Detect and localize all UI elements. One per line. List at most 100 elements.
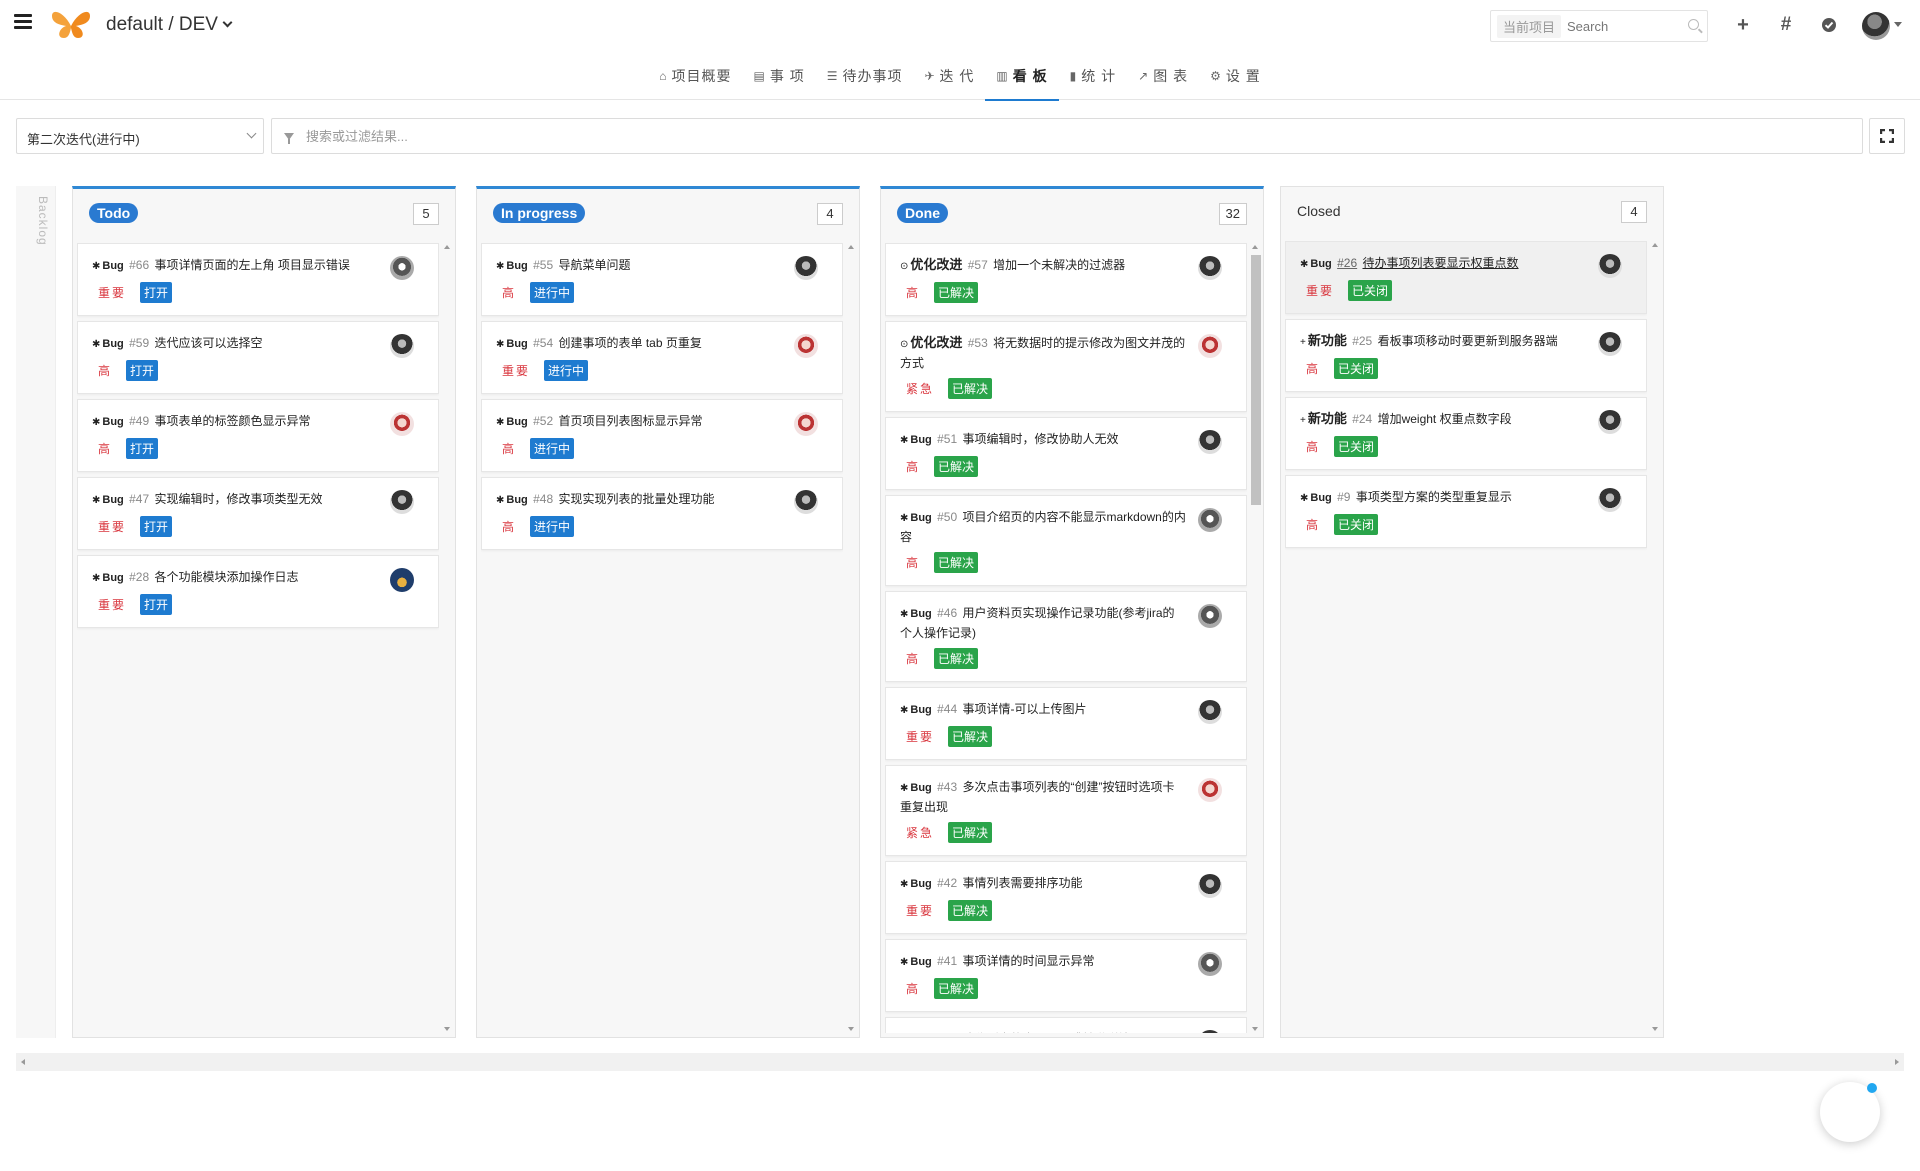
tab-iterations[interactable]: ✈ 迭 代 [913, 52, 985, 100]
assignee-avatar[interactable] [1598, 332, 1622, 356]
issue-number[interactable]: #44 [937, 702, 957, 716]
assignee-avatar[interactable] [1198, 778, 1222, 802]
issue-card[interactable]: + 新功能 #24 增加weight 权重点数字段高已关闭 [1285, 397, 1647, 470]
board-horizontal-scrollbar[interactable] [16, 1053, 1904, 1071]
issue-number[interactable]: #57 [968, 258, 988, 272]
backlog-drawer[interactable] [16, 186, 56, 1038]
issue-title[interactable]: 事情列表需要排序功能 [963, 876, 1083, 890]
search-icon[interactable] [1688, 19, 1699, 30]
issue-number[interactable]: #28 [129, 570, 149, 584]
tab-backlog[interactable]: ☰ 待办事项 [816, 52, 914, 100]
issue-card[interactable]: ✱ Bug #66 事项详情页面的左上角 项目显示错误 重要 打开 [77, 243, 439, 316]
issue-number[interactable]: #42 [937, 876, 957, 890]
hamburger-menu-icon[interactable] [14, 14, 32, 30]
assignee-avatar[interactable] [1598, 254, 1622, 278]
search-input[interactable] [1567, 18, 1688, 34]
column-scrollbar[interactable] [1250, 243, 1261, 1033]
filter-input[interactable] [306, 128, 1806, 144]
issue-card[interactable]: ✱ Bug #52 首页项目列表图标显示异常高进行中 [481, 399, 843, 472]
issue-card[interactable]: ✱ Bug #55 导航菜单问题高进行中 [481, 243, 843, 316]
issue-number[interactable]: #51 [937, 432, 957, 446]
assignee-avatar[interactable] [390, 568, 414, 592]
tab-settings[interactable]: ⚙ 设 置 [1199, 52, 1272, 100]
issue-card[interactable]: ✱ Bug #26 待办事项列表要显示权重点数 重要 已关闭 [1285, 241, 1647, 314]
issue-number[interactable]: #55 [533, 258, 553, 272]
butterfly-logo-icon[interactable] [50, 8, 92, 42]
issue-title[interactable]: 事项详情-可以上传图片 [963, 702, 1087, 716]
issue-number[interactable]: #50 [937, 510, 957, 524]
assignee-avatar[interactable] [1198, 700, 1222, 724]
issue-card[interactable]: ✱ Bug #59 迭代应该可以选择空高打开 [77, 321, 439, 394]
issue-card[interactable]: ✱ Bug #28 各个功能模块添加操作日志 重要 打开 [77, 555, 439, 628]
assignee-avatar[interactable] [1198, 604, 1222, 628]
assignee-avatar[interactable] [1198, 1030, 1222, 1033]
iteration-select[interactable]: 第二次迭代(进行中) [16, 118, 264, 154]
issue-title[interactable]: 首页项目列表图标显示异常 [559, 414, 703, 428]
issue-number[interactable]: #41 [937, 954, 957, 968]
issue-number[interactable]: #66 [129, 258, 149, 272]
issue-number[interactable]: #53 [968, 336, 988, 350]
check-circle-icon[interactable] [1818, 14, 1840, 36]
issue-card[interactable]: ✱Bug #40 迭代列表的事项需要跳转道详情 [885, 1017, 1247, 1033]
column-scrollbar[interactable] [846, 243, 856, 1033]
user-avatar[interactable] [1862, 12, 1890, 40]
issue-number[interactable]: #48 [533, 492, 553, 506]
issue-title[interactable]: 事项类型方案的类型重复显示 [1356, 490, 1512, 504]
issue-number[interactable]: #47 [129, 492, 149, 506]
issue-title[interactable]: 待办事项列表要显示权重点数 [1363, 256, 1519, 270]
issue-card[interactable]: ✱ Bug #43 多次点击事项列表的“创建”按钮时选项卡重复出现 紧急 已解决 [885, 765, 1247, 856]
assignee-avatar[interactable] [390, 256, 414, 280]
issue-number[interactable]: #43 [937, 780, 957, 794]
issue-title[interactable]: 事项表单的标签颜色显示异常 [155, 414, 311, 428]
project-switcher[interactable]: default / DEV [106, 14, 233, 36]
assignee-avatar[interactable] [794, 412, 818, 436]
column-scrollbar[interactable] [442, 243, 452, 1033]
issue-card[interactable]: ✱ Bug #48 实现实现列表的批量处理功能高进行中 [481, 477, 843, 550]
assignee-avatar[interactable] [1598, 410, 1622, 434]
assignee-avatar[interactable] [1598, 488, 1622, 512]
issue-card[interactable]: ✱ Bug #47 实现编辑时，修改事项类型无效 重要 打开 [77, 477, 439, 550]
issue-card[interactable]: ⊙ 优化改进 #57 增加一个未解决的过滤器高已解决 [885, 243, 1247, 316]
issue-title[interactable]: 事项详情的时间显示异常 [963, 954, 1095, 968]
issue-number[interactable]: #9 [1337, 490, 1350, 504]
issue-number[interactable]: #49 [129, 414, 149, 428]
issue-title[interactable]: 导航菜单问题 [559, 258, 631, 272]
issue-number[interactable]: #24 [1352, 412, 1372, 426]
issue-number[interactable]: #40 [937, 1032, 957, 1033]
issue-card[interactable]: ✱ Bug #44 事项详情-可以上传图片 重要 已解决 [885, 687, 1247, 760]
assignee-avatar[interactable] [794, 256, 818, 280]
issue-title[interactable]: 创建事项的表单 tab 页重复 [559, 336, 702, 350]
assignee-avatar[interactable] [794, 490, 818, 514]
issue-card[interactable]: ✱ Bug #51 事项编辑时，修改协助人无效高已解决 [885, 417, 1247, 490]
issue-title[interactable]: 实现实现列表的批量处理功能 [559, 492, 715, 506]
filter-search[interactable] [271, 118, 1863, 154]
column-scrollbar[interactable] [1650, 241, 1660, 1033]
issue-title[interactable]: 增加weight 权重点数字段 [1378, 412, 1512, 426]
tab-issues[interactable]: ▤ 事 项 [742, 52, 815, 100]
issue-title[interactable]: 增加一个未解决的过滤器 [993, 258, 1125, 272]
plus-icon[interactable]: + [1732, 14, 1754, 36]
issue-number[interactable]: #25 [1352, 334, 1372, 348]
issue-number[interactable]: #54 [533, 336, 553, 350]
hash-icon[interactable]: # [1775, 14, 1797, 36]
assignee-avatar[interactable] [390, 334, 414, 358]
issue-card[interactable]: ⊙ 优化改进 #53 将无数据时的提示修改为图文并茂的方式 紧急 已解决 [885, 321, 1247, 412]
assignee-avatar[interactable] [1198, 508, 1222, 532]
issue-card[interactable]: ✱ Bug #54 创建事项的表单 tab 页重复 重要 进行中 [481, 321, 843, 394]
issue-number[interactable]: #52 [533, 414, 553, 428]
assignee-avatar[interactable] [1198, 430, 1222, 454]
tab-overview[interactable]: ⌂ 项目概要 [648, 52, 742, 100]
assignee-avatar[interactable] [794, 334, 818, 358]
issue-number[interactable]: #46 [937, 606, 957, 620]
issue-number[interactable]: #59 [129, 336, 149, 350]
issue-card[interactable]: + 新功能 #25 看板事项移动时要更新到服务器端高已关闭 [1285, 319, 1647, 392]
assignee-avatar[interactable] [390, 412, 414, 436]
assignee-avatar[interactable] [1198, 256, 1222, 280]
tab-charts[interactable]: ↗ 图 表 [1127, 52, 1199, 100]
issue-title[interactable]: 各个功能模块添加操作日志 [155, 570, 299, 584]
issue-title[interactable]: 实现编辑时，修改事项类型无效 [155, 492, 323, 506]
issue-card[interactable]: ✱ Bug #41 事项详情的时间显示异常高已解决 [885, 939, 1247, 1012]
search-scope-label[interactable]: 当前项目 [1497, 14, 1562, 38]
issue-card[interactable]: ✱ Bug #9 事项类型方案的类型重复显示高已关闭 [1285, 475, 1647, 548]
issue-number[interactable]: #26 [1337, 256, 1357, 270]
